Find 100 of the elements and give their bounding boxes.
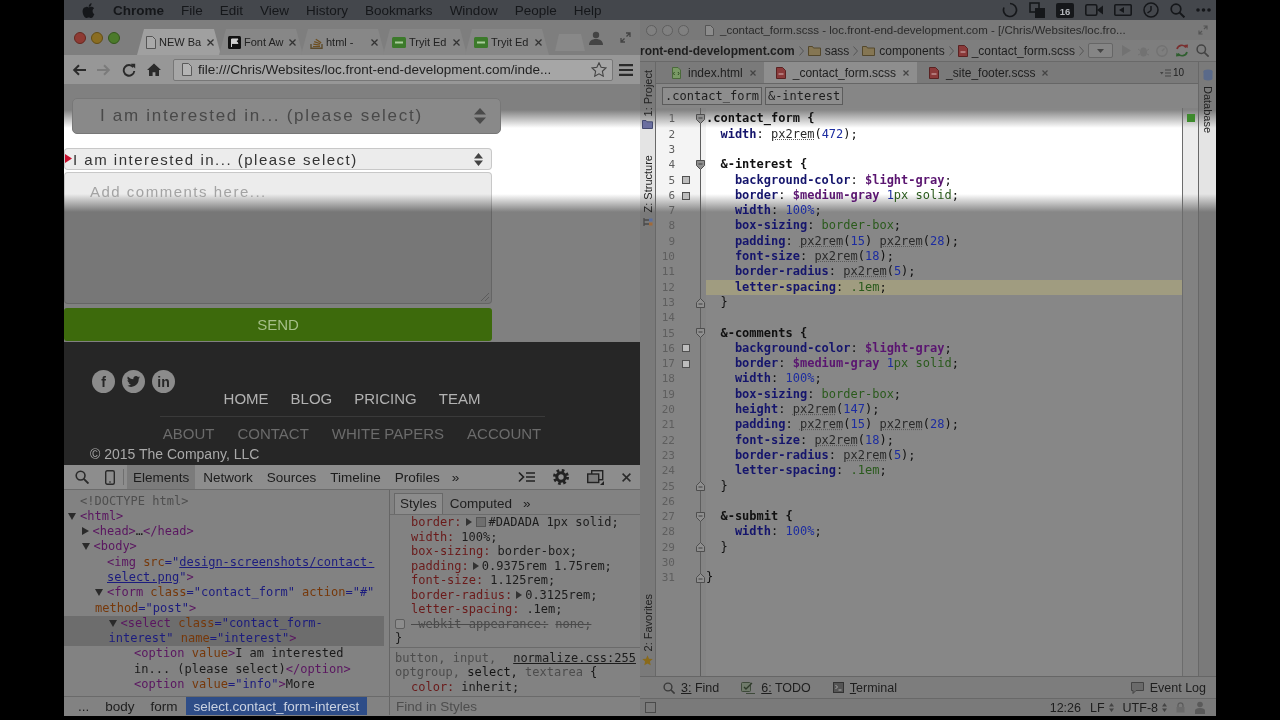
window-close-button[interactable] bbox=[646, 24, 657, 36]
window-close-button[interactable] bbox=[74, 31, 86, 44]
fold-start-icon[interactable] bbox=[695, 159, 705, 170]
styles-tab[interactable]: Styles bbox=[394, 493, 443, 514]
expand-triangle-icon[interactable] bbox=[516, 590, 523, 599]
caret-icon[interactable] bbox=[108, 619, 117, 627]
style-property[interactable]: width: 100%; bbox=[395, 529, 498, 544]
footer-link[interactable]: CONTACT bbox=[237, 425, 309, 442]
fold-start-icon[interactable] bbox=[695, 511, 705, 522]
dom-tree-node[interactable]: <select class="contact_form-interest" name="interest"> bbox=[64, 615, 384, 647]
browser-tab[interactable]: Font Aw bbox=[219, 29, 303, 55]
style-property[interactable]: -webkit-appearance: none; bbox=[395, 616, 592, 631]
close-icon[interactable] bbox=[903, 69, 910, 76]
editor-tab[interactable]: _contact_form.scss bbox=[763, 62, 918, 83]
footer-link[interactable]: WHITE PAPERS bbox=[331, 425, 445, 442]
breadcrumb[interactable]: body bbox=[97, 697, 143, 715]
devtools-tab[interactable]: Profiles bbox=[388, 465, 446, 489]
structure-icon[interactable] bbox=[642, 216, 653, 227]
video-camera-icon[interactable] bbox=[1085, 4, 1103, 16]
path-item[interactable]: components bbox=[862, 43, 945, 58]
dom-tree-node[interactable]: <option value>I am interested in... (please select)</option> bbox=[64, 646, 384, 678]
search-icon[interactable] bbox=[1196, 44, 1209, 57]
fold-end-icon[interactable] bbox=[695, 572, 705, 583]
star-icon[interactable] bbox=[642, 655, 653, 666]
close-icon[interactable] bbox=[535, 38, 542, 46]
expand-icon[interactable] bbox=[620, 32, 631, 43]
path-item[interactable]: sass bbox=[807, 43, 850, 58]
fold-end-icon[interactable] bbox=[695, 297, 705, 308]
editor-tab[interactable]: _site_footer.scss bbox=[917, 62, 1057, 83]
calendar-button[interactable]: 16 bbox=[1056, 2, 1074, 18]
interest-select[interactable]: I am interested in... (please select) bbox=[64, 148, 492, 170]
more-tabs-button[interactable]: » bbox=[447, 465, 464, 489]
dots-icon[interactable] bbox=[1196, 8, 1211, 12]
close-icon[interactable] bbox=[749, 69, 756, 76]
social-link[interactable]: in bbox=[152, 370, 175, 393]
caret-icon[interactable] bbox=[68, 512, 76, 520]
tool-window-button[interactable]: Database bbox=[1201, 86, 1214, 134]
window-minimize-button[interactable] bbox=[91, 31, 103, 44]
close-icon[interactable] bbox=[371, 38, 378, 46]
style-property[interactable]: box-sizing: border-box; bbox=[395, 544, 577, 559]
person-icon[interactable] bbox=[589, 30, 603, 45]
fold-start-icon[interactable] bbox=[695, 114, 705, 125]
close-icon[interactable] bbox=[289, 38, 296, 46]
footer-link[interactable]: TEAM bbox=[438, 390, 481, 407]
chevron-lines-icon[interactable] bbox=[518, 471, 535, 483]
lock-icon[interactable] bbox=[1176, 702, 1185, 713]
color-swatch-icon[interactable] bbox=[475, 517, 486, 528]
send-button[interactable]: SEND bbox=[64, 308, 492, 341]
clock-icon[interactable] bbox=[1143, 2, 1159, 18]
tool-window-button[interactable]: Event Log bbox=[1130, 680, 1206, 695]
footer-link[interactable]: ABOUT bbox=[162, 425, 215, 442]
style-property[interactable]: border-radius: 0.3125rem; bbox=[395, 587, 598, 602]
reload-icon[interactable] bbox=[122, 62, 136, 77]
search-icon[interactable] bbox=[75, 470, 89, 484]
dock-icon[interactable] bbox=[587, 469, 604, 485]
editor-tab[interactable]: index.html bbox=[660, 62, 764, 83]
footer-link[interactable]: ACCOUNT bbox=[467, 425, 542, 442]
social-link[interactable]: f bbox=[92, 370, 115, 393]
code-breadcrumb[interactable]: .contact_form bbox=[662, 87, 762, 105]
tool-window-button[interactable]: Z: Structure bbox=[641, 155, 654, 213]
folder-icon[interactable] bbox=[642, 120, 653, 130]
menu-icon[interactable] bbox=[619, 63, 633, 76]
footer-link[interactable]: BLOG bbox=[290, 390, 333, 407]
window-zoom-button[interactable] bbox=[678, 24, 689, 36]
close-icon[interactable] bbox=[453, 38, 460, 46]
social-link[interactable] bbox=[122, 370, 145, 393]
dom-tree-node[interactable]: <head>…</head> bbox=[64, 524, 384, 540]
dom-tree-node[interactable]: <img src="design-screenshots/contact-select.png"> bbox=[64, 554, 384, 586]
overlapping-squares-icon[interactable] bbox=[1029, 2, 1045, 18]
styles-tab[interactable]: Computed bbox=[443, 493, 519, 514]
resize-grip-icon[interactable] bbox=[481, 293, 489, 301]
caret-position[interactable]: 12:26 bbox=[1049, 700, 1081, 715]
devtools-tab[interactable]: Sources bbox=[260, 465, 323, 489]
expand-icon[interactable] bbox=[1198, 25, 1208, 35]
more-tabs-button[interactable]: » bbox=[519, 494, 535, 514]
style-property[interactable]: font-size: 1.125rem; bbox=[395, 573, 556, 588]
close-icon[interactable] bbox=[207, 38, 214, 46]
dom-tree-node[interactable]: <html> bbox=[64, 508, 384, 525]
breadcrumb[interactable]: ... bbox=[70, 697, 98, 715]
address-field[interactable]: file:///Chris/Websites/loc.front-end-development.com/inde... bbox=[173, 58, 613, 81]
settings-icon[interactable] bbox=[553, 469, 569, 485]
dom-tree-node[interactable]: <form class="contact_form" action="#" method="post"> bbox=[64, 585, 384, 616]
devtools-tab[interactable]: Elements bbox=[127, 465, 196, 489]
inspection-ok-icon[interactable] bbox=[1186, 114, 1195, 122]
devtools-tab[interactable]: Timeline bbox=[324, 465, 387, 489]
search-icon[interactable] bbox=[1170, 2, 1185, 18]
tool-window-button[interactable]: Terminal bbox=[832, 680, 898, 695]
tool-window-button[interactable]: 3: Find bbox=[663, 680, 720, 695]
tool-window-button[interactable]: 1: Project bbox=[641, 70, 654, 117]
display-icon[interactable] bbox=[1114, 4, 1132, 16]
ring-icon[interactable] bbox=[1002, 2, 1018, 18]
style-property[interactable]: letter-spacing: .1em; bbox=[395, 602, 563, 617]
code-breadcrumb[interactable]: &-interest bbox=[764, 87, 844, 105]
tool-window-button[interactable]: 6: TODO bbox=[741, 680, 811, 695]
checkbox-icon[interactable] bbox=[395, 618, 405, 629]
dom-tree-node[interactable]: <option value="info">More bbox=[64, 677, 384, 693]
fold-end-icon[interactable] bbox=[695, 542, 705, 553]
browser-tab[interactable]: html - bbox=[301, 29, 385, 55]
run-config-dropdown[interactable] bbox=[1088, 43, 1113, 58]
footer-link[interactable]: PRICING bbox=[354, 390, 417, 407]
